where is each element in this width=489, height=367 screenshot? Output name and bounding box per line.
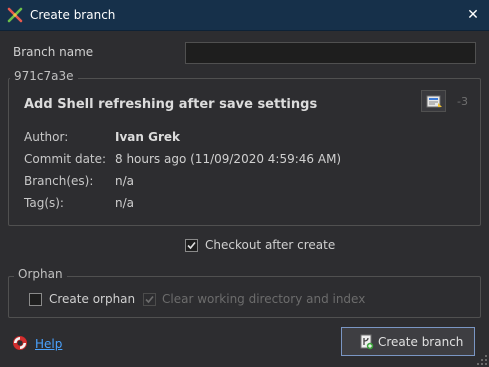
checkout-after-create-checkbox[interactable] [185, 239, 198, 252]
branch-name-input[interactable] [185, 42, 476, 64]
commit-date-label: Commit date: [24, 152, 107, 166]
clear-working-directory-label: Clear working directory and index [162, 292, 366, 306]
lifebuoy-icon[interactable] [12, 335, 28, 351]
checkout-after-create-label[interactable]: Checkout after create [205, 238, 335, 252]
commit-message: Add Shell refreshing after save settings [24, 97, 318, 112]
copy-commit-button[interactable] [421, 90, 446, 112]
help-link[interactable]: Help [35, 337, 62, 351]
clear-working-directory-checkbox [143, 293, 156, 306]
author-value: Ivan Grek [115, 130, 180, 144]
create-orphan-checkbox[interactable] [29, 293, 42, 306]
window-title: Create branch [30, 8, 116, 22]
commit-hash: 971c7a3e [10, 69, 78, 83]
branch-name-label: Branch name [13, 45, 94, 59]
create-branch-icon [360, 334, 374, 350]
copy-to-clipboard-icon [426, 95, 442, 108]
create-branch-label: Create branch [378, 335, 464, 349]
author-label: Author: [24, 130, 69, 144]
commit-extra: -3 [457, 95, 468, 108]
title-bar: Create branch ✕ [0, 0, 489, 31]
resize-grip-icon[interactable] [476, 354, 488, 366]
git-branch-icon [7, 7, 23, 23]
checkmark-icon [187, 241, 196, 250]
create-branch-button[interactable]: Create branch [341, 327, 475, 356]
tags-value: n/a [115, 196, 135, 210]
close-icon: ✕ [467, 7, 479, 23]
commit-date-value: 8 hours ago (11/09/2020 4:59:46 AM) [115, 152, 342, 166]
tags-label: Tag(s): [24, 196, 64, 210]
close-button[interactable]: ✕ [462, 5, 484, 25]
branches-value: n/a [115, 174, 135, 188]
checkmark-icon [145, 295, 154, 304]
branches-label: Branch(es): [24, 174, 94, 188]
orphan-legend: Orphan [14, 267, 67, 281]
create-orphan-label[interactable]: Create orphan [49, 292, 135, 306]
